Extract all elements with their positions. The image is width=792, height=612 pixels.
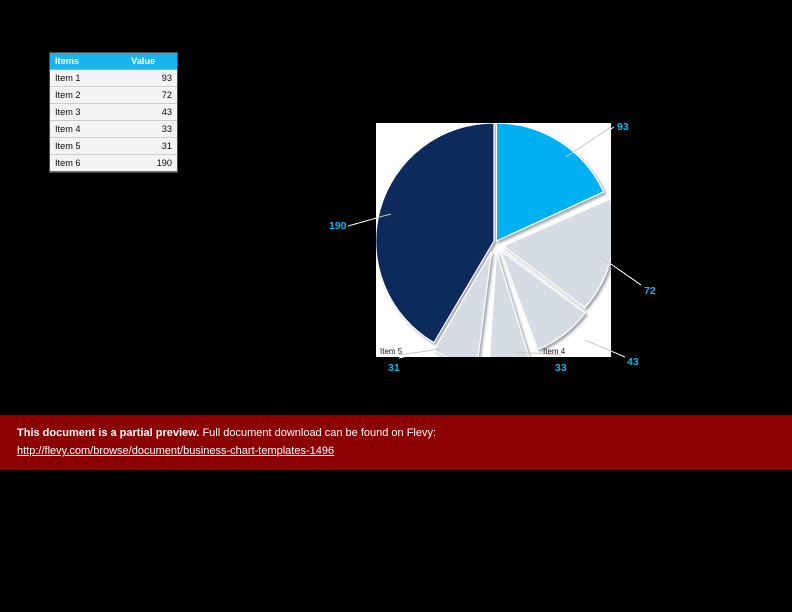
table-cell-value: 43 xyxy=(112,103,177,121)
pie-value-label-43: 43 xyxy=(627,356,639,368)
table-header-row: Items Value xyxy=(50,53,177,70)
pie-value-label-72: 72 xyxy=(644,285,656,297)
partial-preview-banner: This document is a partial preview. Full… xyxy=(0,415,792,470)
table-cell-item: Item 2 xyxy=(50,86,113,104)
banner-message-rest: Full document download can be found on F… xyxy=(202,427,437,439)
table-cell-item: Item 4 xyxy=(50,120,113,138)
pie-category-label-item-5: Item 5 xyxy=(380,347,403,356)
table-cell-item: Item 3 xyxy=(50,103,113,121)
pie-value-label-33: 33 xyxy=(555,362,567,374)
table-header-items: Items xyxy=(50,53,113,70)
table-header: Items Value xyxy=(50,53,177,70)
plot-leader-43 xyxy=(584,339,611,352)
table-row: Item 5 31 xyxy=(50,137,177,155)
table-cell-value: 31 xyxy=(112,137,177,155)
table-cell-item: Item 1 xyxy=(50,69,113,87)
table-cell-value: 93 xyxy=(112,69,177,87)
plot-leader-31 xyxy=(398,348,441,356)
table-row: Item 6 190 xyxy=(50,154,177,172)
pie-category-label-item-4: Item 4 xyxy=(543,347,566,356)
table-row: Item 3 43 xyxy=(50,103,177,121)
table-cell-value: 190 xyxy=(112,154,177,172)
table-header-value: Value xyxy=(112,53,177,70)
pie-chart xyxy=(376,123,611,357)
items-value-table: Items Value Item 1 93 Item 2 72 Item 3 4… xyxy=(50,53,177,172)
table-cell-value: 72 xyxy=(112,86,177,104)
table-cell-item: Item 5 xyxy=(50,137,113,155)
banner-message-bold: This document is a partial preview. xyxy=(17,427,200,439)
flevy-document-link[interactable]: http://flevy.com/browse/document/busines… xyxy=(17,445,334,458)
table-row: Item 4 33 xyxy=(50,120,177,138)
table-row: Item 2 72 xyxy=(50,86,177,104)
plot-leader-93 xyxy=(565,126,611,158)
table-cell-item: Item 6 xyxy=(50,154,113,172)
table-body: Item 1 93 Item 2 72 Item 3 43 Item 4 33 … xyxy=(50,69,177,172)
pie-value-label-93: 93 xyxy=(617,121,629,133)
pie-value-label-31: 31 xyxy=(388,362,400,374)
pie-value-label-190: 190 xyxy=(329,220,347,232)
table-cell-value: 33 xyxy=(112,120,177,138)
pie-chart-plot-area: Item 5 Item 4 xyxy=(376,123,611,357)
table-row: Item 1 93 xyxy=(50,69,177,87)
banner-message: This document is a partial preview. Full… xyxy=(17,427,436,440)
